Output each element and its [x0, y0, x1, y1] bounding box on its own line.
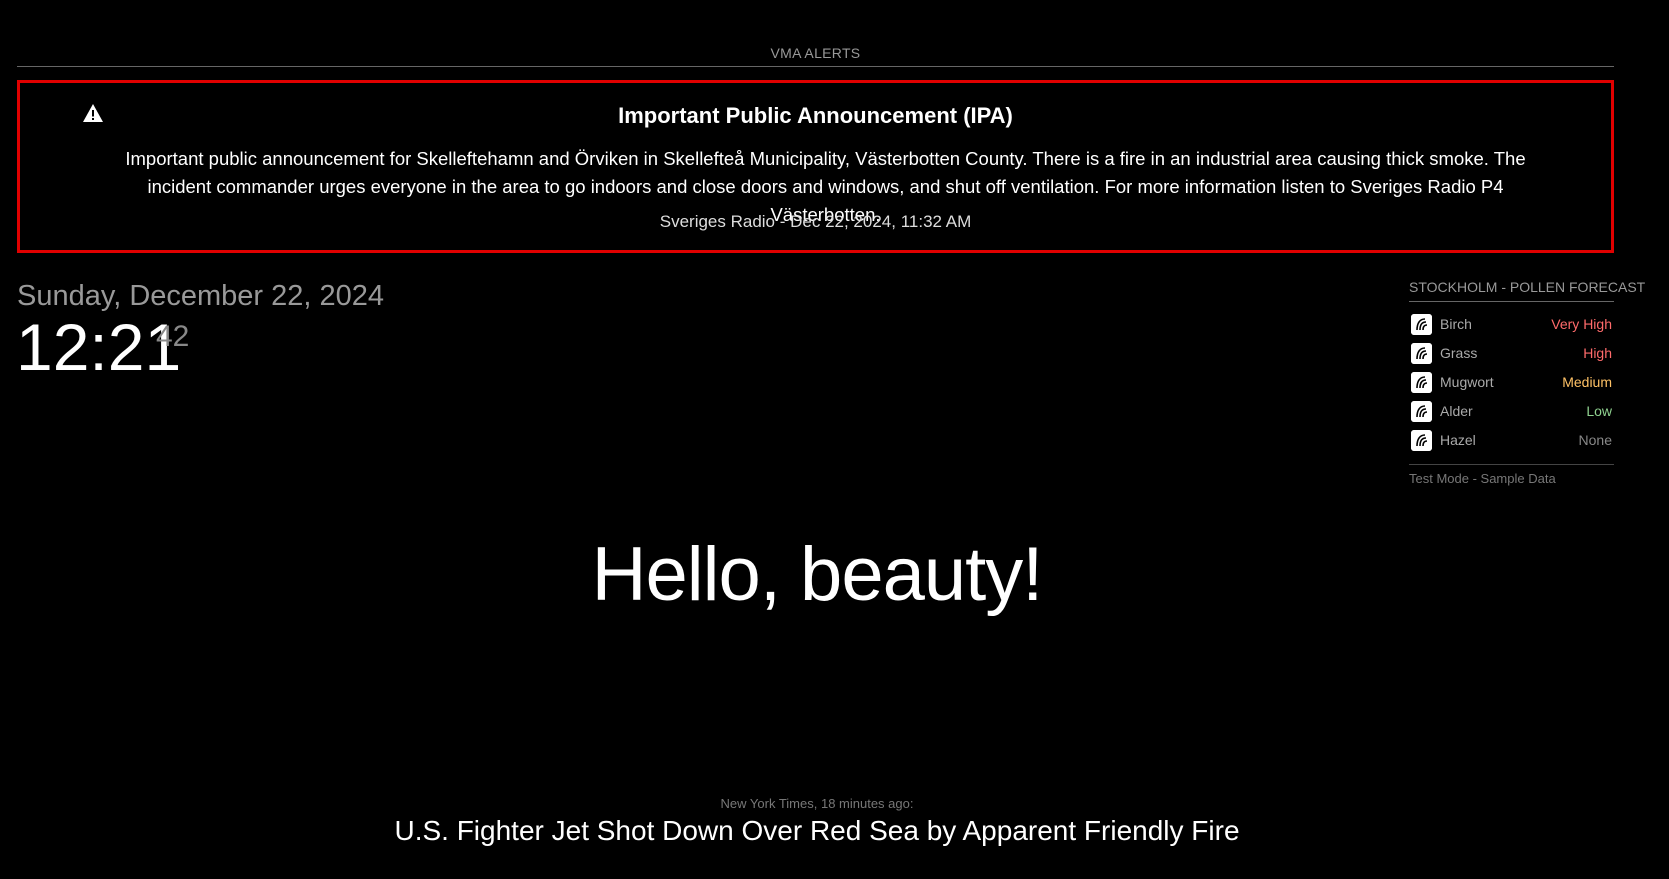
pollen-header: STOCKHOLM - POLLEN FORECAST — [1409, 279, 1645, 302]
pollen-name: Birch — [1440, 316, 1472, 332]
pollen-name: Hazel — [1440, 432, 1476, 448]
vma-alerts-header: VMA ALERTS — [17, 45, 1614, 67]
news-headline: U.S. Fighter Jet Shot Down Over Red Sea … — [394, 815, 1240, 846]
pollen-name: Mugwort — [1440, 374, 1494, 390]
pollen-footer: Test Mode - Sample Data — [1409, 464, 1614, 486]
pollen-level: None — [1578, 432, 1612, 448]
pollen-icon — [1411, 430, 1432, 451]
compliment-text: Hello, beauty! — [591, 532, 1044, 617]
pollen-name: Alder — [1440, 403, 1473, 419]
alert-source: Sveriges Radio - Dec 22, 2024, 11:32 AM — [659, 212, 972, 231]
pollen-level: Very High — [1551, 316, 1612, 332]
pollen-icon — [1411, 401, 1432, 422]
alert-title: Important Public Announcement (IPA) — [618, 103, 1013, 128]
pollen-row-grass: Grass High — [1409, 340, 1614, 369]
pollen-level: High — [1583, 345, 1612, 361]
pollen-list: Birch Very High Grass High Mugwort Mediu… — [1409, 311, 1614, 456]
magic-mirror-screen: VMA ALERTS Important Public Announcement… — [0, 0, 1669, 879]
clock-seconds: 42 — [156, 320, 190, 353]
pollen-row-mugwort: Mugwort Medium — [1409, 369, 1614, 398]
clock-date: Sunday, December 22, 2024 — [17, 280, 385, 312]
pollen-level: Medium — [1562, 374, 1612, 390]
pollen-name: Grass — [1440, 345, 1478, 361]
pollen-icon — [1411, 372, 1432, 393]
pollen-forecast: STOCKHOLM - POLLEN FORECAST Birch Very H… — [1409, 279, 1645, 486]
pollen-row-hazel: Hazel None — [1409, 427, 1614, 456]
pollen-icon — [1411, 343, 1432, 364]
pollen-level: Low — [1586, 403, 1612, 419]
pollen-row-birch: Birch Very High — [1409, 311, 1614, 340]
vma-alert-card: Important Public Announcement (IPA) Impo… — [17, 80, 1614, 253]
news-source: New York Times, 18 minutes ago: — [720, 796, 914, 811]
pollen-row-alder: Alder Low — [1409, 398, 1614, 427]
pollen-icon — [1411, 314, 1432, 335]
